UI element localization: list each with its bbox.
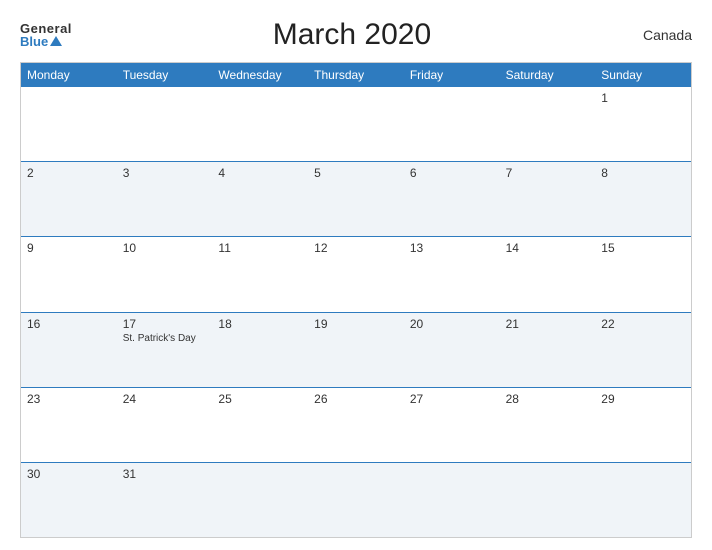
calendar-cell xyxy=(404,463,500,537)
calendar-cell xyxy=(308,463,404,537)
calendar-cell: 30 xyxy=(21,463,117,537)
day-number: 9 xyxy=(27,241,111,255)
calendar-cell xyxy=(404,87,500,161)
day-number: 26 xyxy=(314,392,398,406)
day-number: 3 xyxy=(123,166,207,180)
calendar-week-3: 9 10 11 12 13 14 15 xyxy=(21,236,691,311)
calendar-cell: 9 xyxy=(21,237,117,311)
day-number: 16 xyxy=(27,317,111,331)
calendar-week-6: 30 31 xyxy=(21,462,691,537)
calendar-cell: 29 xyxy=(595,388,691,462)
header: General Blue March 2020 Canada xyxy=(20,18,692,52)
logo-triangle-icon xyxy=(50,36,62,46)
calendar-cell xyxy=(500,463,596,537)
calendar-title: March 2020 xyxy=(72,18,632,52)
day-number: 27 xyxy=(410,392,494,406)
calendar-cell: 17 St. Patrick's Day xyxy=(117,313,213,387)
day-number: 28 xyxy=(506,392,590,406)
day-number: 11 xyxy=(218,241,302,255)
calendar-week-5: 23 24 25 26 27 28 29 xyxy=(21,387,691,462)
day-number: 6 xyxy=(410,166,494,180)
calendar-header: Monday Tuesday Wednesday Thursday Friday… xyxy=(21,63,691,87)
header-friday: Friday xyxy=(404,63,500,87)
day-number: 1 xyxy=(601,91,685,105)
calendar-cell: 7 xyxy=(500,162,596,236)
country-label: Canada xyxy=(632,27,692,43)
day-number: 14 xyxy=(506,241,590,255)
calendar-cell: 22 xyxy=(595,313,691,387)
day-number: 18 xyxy=(218,317,302,331)
calendar-cell: 11 xyxy=(212,237,308,311)
day-number: 4 xyxy=(218,166,302,180)
day-number: 15 xyxy=(601,241,685,255)
calendar-cell: 21 xyxy=(500,313,596,387)
calendar-cell xyxy=(500,87,596,161)
calendar-body: 1234567891011121314151617St. Patrick's D… xyxy=(21,87,691,537)
calendar-cell: 26 xyxy=(308,388,404,462)
day-number: 17 xyxy=(123,317,207,331)
day-number: 19 xyxy=(314,317,398,331)
calendar-cell: 25 xyxy=(212,388,308,462)
day-number: 10 xyxy=(123,241,207,255)
calendar-cell xyxy=(212,87,308,161)
calendar-cell: 27 xyxy=(404,388,500,462)
calendar-cell: 10 xyxy=(117,237,213,311)
header-sunday: Sunday xyxy=(595,63,691,87)
calendar-cell: 15 xyxy=(595,237,691,311)
calendar-cell: 31 xyxy=(117,463,213,537)
calendar-week-1: 1 xyxy=(21,87,691,161)
calendar-cell: 6 xyxy=(404,162,500,236)
day-number: 20 xyxy=(410,317,494,331)
calendar-week-2: 2345678 xyxy=(21,161,691,236)
calendar-cell: 8 xyxy=(595,162,691,236)
calendar-cell: 14 xyxy=(500,237,596,311)
page: General Blue March 2020 Canada Monday Tu… xyxy=(0,0,712,550)
logo-blue-text: Blue xyxy=(20,35,62,48)
calendar-cell: 24 xyxy=(117,388,213,462)
day-number: 22 xyxy=(601,317,685,331)
day-event: St. Patrick's Day xyxy=(123,333,207,344)
calendar-cell: 12 xyxy=(308,237,404,311)
calendar-cell: 20 xyxy=(404,313,500,387)
logo: General Blue xyxy=(20,22,72,48)
day-number: 2 xyxy=(27,166,111,180)
calendar-cell: 18 xyxy=(212,313,308,387)
day-number: 23 xyxy=(27,392,111,406)
header-wednesday: Wednesday xyxy=(212,63,308,87)
calendar-cell: 4 xyxy=(212,162,308,236)
day-number: 7 xyxy=(506,166,590,180)
day-number: 24 xyxy=(123,392,207,406)
day-number: 13 xyxy=(410,241,494,255)
day-number: 25 xyxy=(218,392,302,406)
header-saturday: Saturday xyxy=(500,63,596,87)
calendar-cell: 28 xyxy=(500,388,596,462)
day-number: 5 xyxy=(314,166,398,180)
day-number: 8 xyxy=(601,166,685,180)
calendar-cell xyxy=(21,87,117,161)
day-number: 12 xyxy=(314,241,398,255)
calendar-cell: 3 xyxy=(117,162,213,236)
day-number: 29 xyxy=(601,392,685,406)
calendar-cell xyxy=(308,87,404,161)
calendar-cell xyxy=(595,463,691,537)
calendar-cell: 23 xyxy=(21,388,117,462)
header-tuesday: Tuesday xyxy=(117,63,213,87)
calendar-week-4: 16 17 St. Patrick's Day 18 19 20 21 22 xyxy=(21,312,691,387)
calendar-cell: 2 xyxy=(21,162,117,236)
calendar: Monday Tuesday Wednesday Thursday Friday… xyxy=(20,62,692,538)
header-thursday: Thursday xyxy=(308,63,404,87)
calendar-cell xyxy=(212,463,308,537)
day-number: 21 xyxy=(506,317,590,331)
calendar-cell: 1 xyxy=(595,87,691,161)
day-number: 30 xyxy=(27,467,111,481)
calendar-cell: 19 xyxy=(308,313,404,387)
day-number: 31 xyxy=(123,467,207,481)
calendar-cell: 5 xyxy=(308,162,404,236)
calendar-cell: 13 xyxy=(404,237,500,311)
calendar-cell xyxy=(117,87,213,161)
header-monday: Monday xyxy=(21,63,117,87)
calendar-cell: 16 xyxy=(21,313,117,387)
